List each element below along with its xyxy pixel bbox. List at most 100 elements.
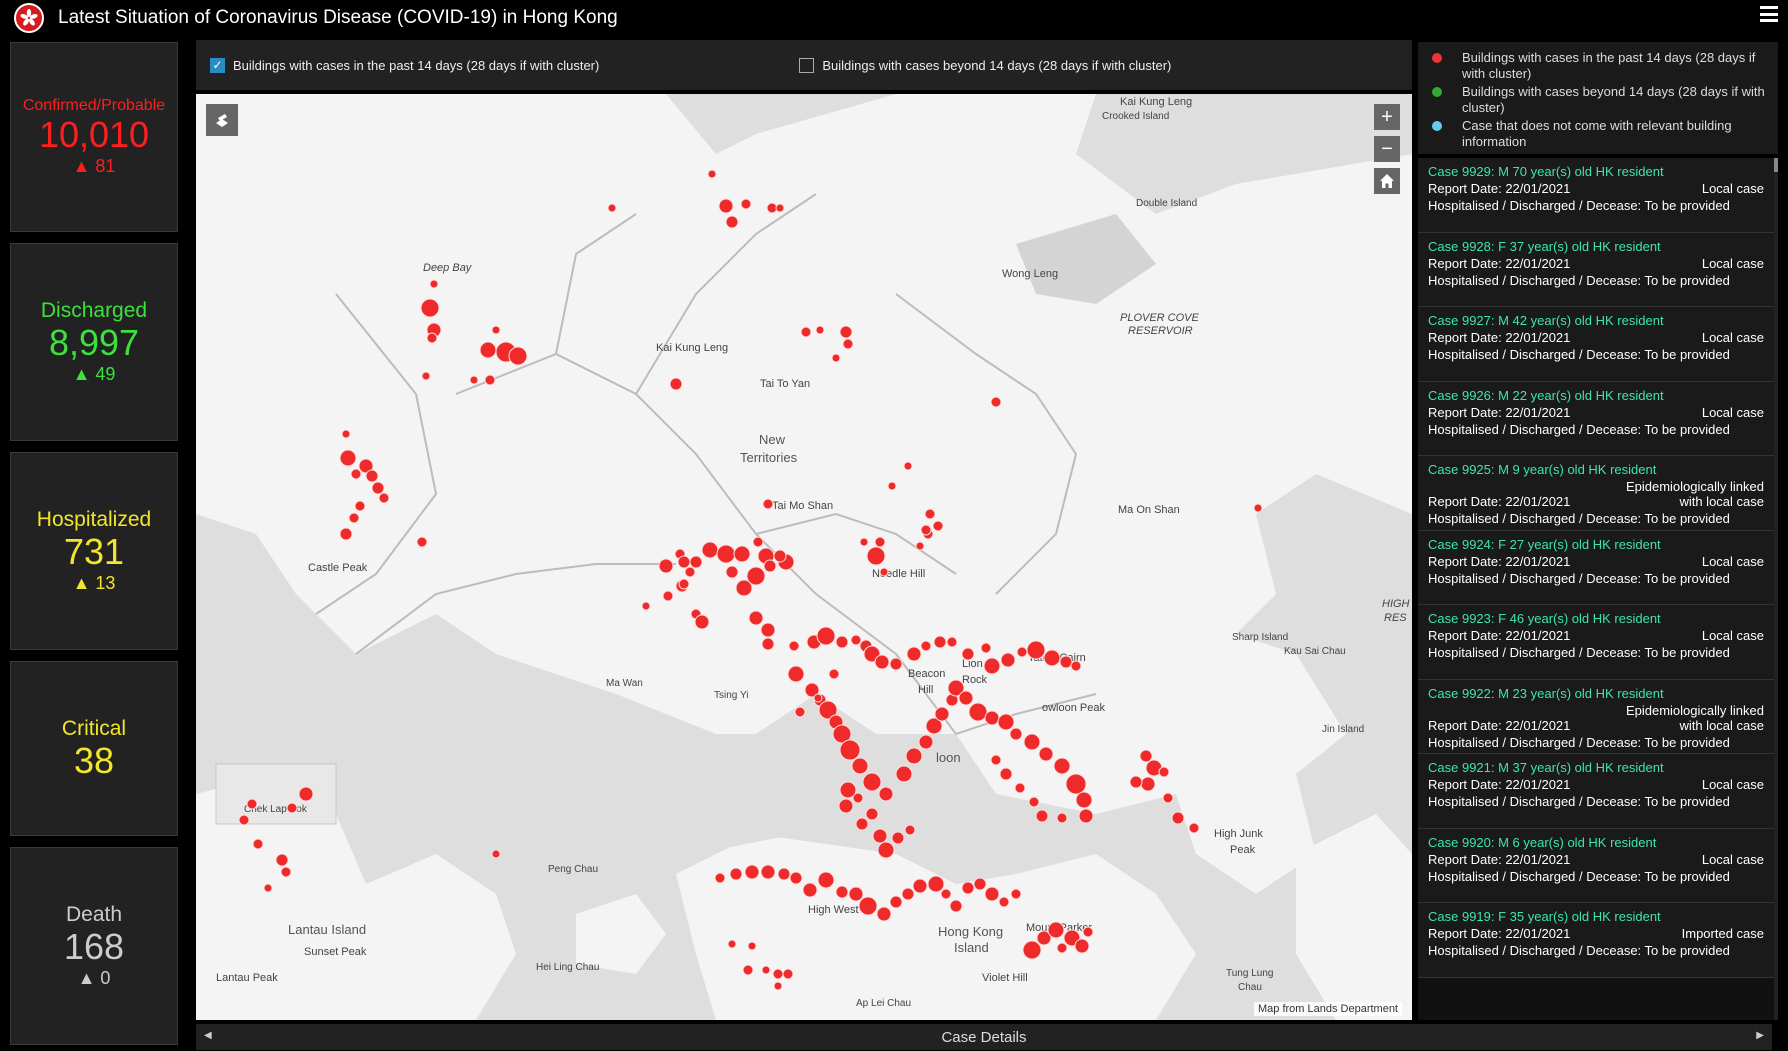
case-marker[interactable] <box>1253 503 1263 513</box>
case-marker[interactable] <box>252 838 264 850</box>
case-marker[interactable] <box>1075 791 1093 809</box>
case-marker[interactable] <box>420 298 440 318</box>
case-marker[interactable] <box>999 767 1013 781</box>
case-marker[interactable] <box>905 747 923 765</box>
zoom-in-button[interactable]: + <box>1374 104 1400 130</box>
case-marker[interactable] <box>761 965 771 975</box>
case-marker[interactable] <box>1188 822 1200 834</box>
case-marker[interactable] <box>641 601 651 611</box>
case-marker[interactable] <box>1009 727 1023 741</box>
case-marker[interactable] <box>983 657 1001 675</box>
case-marker[interactable] <box>725 565 739 579</box>
case-marker[interactable] <box>878 786 894 802</box>
case-marker[interactable] <box>677 555 691 569</box>
case-list-item[interactable]: Case 9922: M 23 year(s) old HK resident R… <box>1418 679 1774 754</box>
case-marker[interactable] <box>839 325 853 339</box>
case-marker[interactable] <box>920 640 932 652</box>
case-list-item[interactable]: Case 9925: M 9 year(s) old HK resident Re… <box>1418 456 1774 531</box>
case-marker[interactable] <box>341 429 351 439</box>
case-marker[interactable] <box>775 203 785 213</box>
case-marker[interactable] <box>763 559 777 573</box>
filter-older-cases[interactable]: Buildings with cases beyond 14 days (28 … <box>799 57 1171 73</box>
case-marker[interactable] <box>855 817 869 831</box>
case-marker[interactable] <box>903 461 913 471</box>
case-marker[interactable] <box>927 875 945 893</box>
case-marker[interactable] <box>491 849 501 859</box>
case-marker[interactable] <box>280 866 292 878</box>
case-marker[interactable] <box>746 566 766 586</box>
case-list-item[interactable]: Case 9923: F 46 year(s) old HK resident R… <box>1418 605 1774 680</box>
case-marker[interactable] <box>339 527 353 541</box>
case-marker[interactable] <box>694 614 710 630</box>
case-marker[interactable] <box>491 325 501 335</box>
case-list-item[interactable]: Case 9920: M 6 year(s) old HK resident Re… <box>1418 828 1774 903</box>
map-view[interactable]: Kai Kung Leng Crooked Island Double Isla… <box>196 94 1412 1020</box>
checkbox-checked-icon[interactable]: ✓ <box>210 57 225 73</box>
case-marker[interactable] <box>773 549 787 563</box>
case-marker[interactable] <box>862 772 882 792</box>
case-marker[interactable] <box>848 886 864 902</box>
case-marker[interactable] <box>817 871 835 889</box>
case-marker[interactable] <box>429 279 439 289</box>
case-marker[interactable] <box>1014 782 1026 794</box>
case-marker[interactable] <box>887 481 897 491</box>
case-marker[interactable] <box>874 536 886 548</box>
case-marker[interactable] <box>508 346 528 366</box>
case-list-item[interactable]: Case 9929: M 70 year(s) old HK resident R… <box>1418 158 1774 233</box>
case-marker[interactable] <box>1074 938 1090 954</box>
case-marker[interactable] <box>918 734 934 750</box>
case-marker[interactable] <box>933 635 947 649</box>
case-marker[interactable] <box>1022 940 1042 960</box>
scrollbar-thumb[interactable] <box>1774 158 1778 172</box>
case-marker[interactable] <box>716 544 736 564</box>
case-marker[interactable] <box>872 828 888 844</box>
case-marker[interactable] <box>1028 796 1040 808</box>
case-marker[interactable] <box>747 941 757 951</box>
case-marker[interactable] <box>772 968 784 980</box>
case-marker[interactable] <box>1078 808 1094 824</box>
case-marker[interactable] <box>800 326 812 338</box>
case-marker[interactable] <box>727 939 737 949</box>
case-marker[interactable] <box>742 964 754 976</box>
case-marker[interactable] <box>838 798 854 814</box>
case-marker[interactable] <box>912 878 928 894</box>
case-marker[interactable] <box>990 396 1002 408</box>
case-marker[interactable] <box>479 341 497 359</box>
case-marker[interactable] <box>1070 660 1082 672</box>
case-list-item[interactable]: Case 9919: F 35 year(s) old HK resident R… <box>1418 903 1774 978</box>
case-marker[interactable] <box>990 754 1002 766</box>
case-marker[interactable] <box>874 654 890 670</box>
checkbox-unchecked-icon[interactable] <box>799 57 815 73</box>
case-marker[interactable] <box>286 802 298 814</box>
case-marker[interactable] <box>839 781 857 799</box>
case-marker[interactable] <box>416 536 428 548</box>
case-marker[interactable] <box>1043 649 1061 667</box>
case-list-item[interactable]: Case 9927: M 42 year(s) old HK resident R… <box>1418 307 1774 382</box>
case-list[interactable]: Case 9929: M 70 year(s) old HK resident R… <box>1418 158 1774 1020</box>
case-marker[interactable] <box>1171 811 1185 825</box>
case-marker[interactable] <box>469 375 479 385</box>
case-marker[interactable] <box>733 545 751 563</box>
case-list-item[interactable]: Case 9921: M 37 year(s) old HK resident R… <box>1418 754 1774 829</box>
case-marker[interactable] <box>1158 766 1170 778</box>
case-marker[interactable] <box>365 469 379 483</box>
case-marker[interactable] <box>915 541 925 551</box>
case-marker[interactable] <box>662 590 674 602</box>
case-marker[interactable] <box>946 636 958 648</box>
layer-toggle-button[interactable] <box>206 104 238 136</box>
case-marker[interactable] <box>378 492 390 504</box>
case-marker[interactable] <box>339 449 357 467</box>
case-marker[interactable] <box>958 690 974 706</box>
case-marker[interactable] <box>426 332 438 344</box>
case-marker[interactable] <box>371 481 385 495</box>
case-marker[interactable] <box>1010 888 1022 900</box>
case-marker[interactable] <box>1082 926 1094 938</box>
case-marker[interactable] <box>876 906 892 922</box>
case-marker[interactable] <box>932 520 944 532</box>
case-marker[interactable] <box>1000 652 1016 668</box>
case-marker[interactable] <box>788 640 800 652</box>
case-marker[interactable] <box>815 325 825 335</box>
case-marker[interactable] <box>839 739 861 761</box>
case-list-item[interactable]: Case 9928: F 37 year(s) old HK resident R… <box>1418 232 1774 307</box>
case-marker[interactable] <box>891 831 905 845</box>
